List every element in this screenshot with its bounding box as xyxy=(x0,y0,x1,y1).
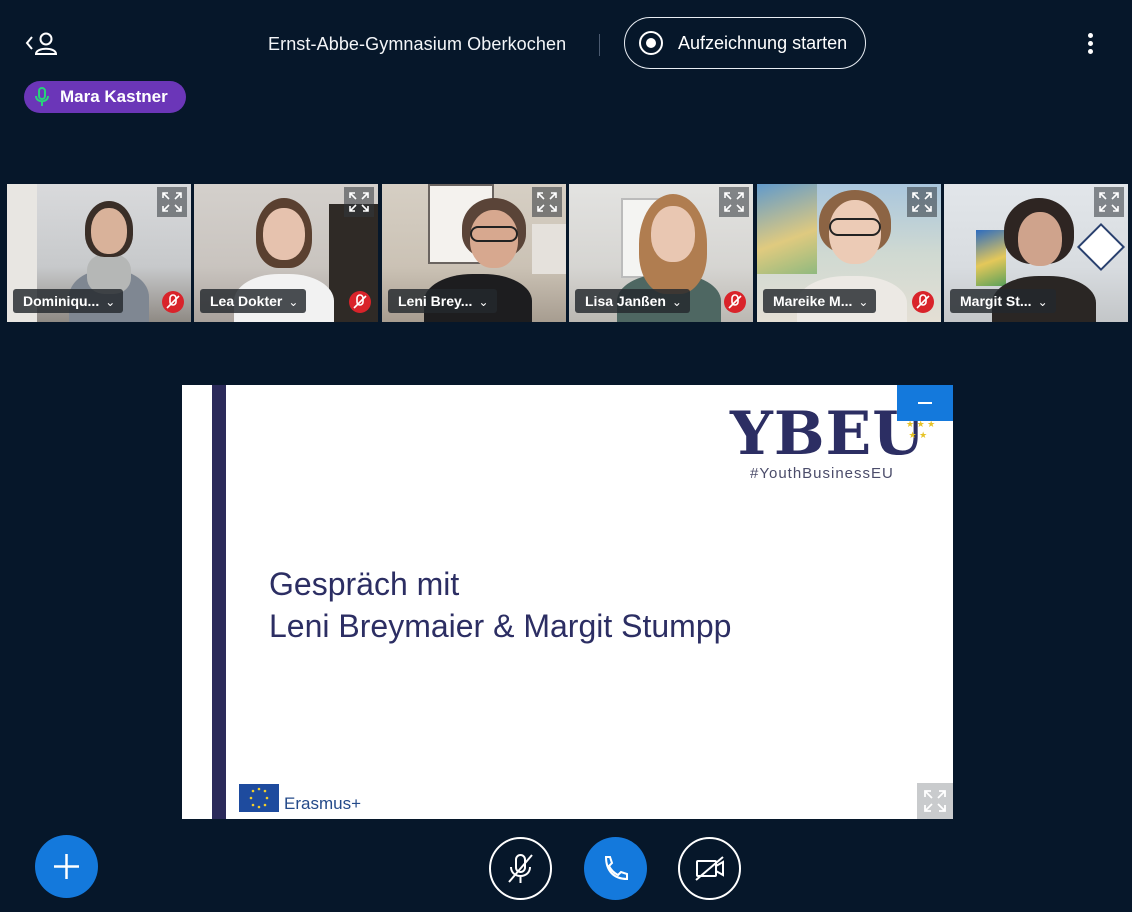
camera-button[interactable] xyxy=(678,837,741,900)
slide-title: Gespräch mit Leni Breymaier & Margit Stu… xyxy=(269,563,731,647)
minimize-presentation-button[interactable] xyxy=(897,385,953,421)
presentation-slide: YBEU ★ ★ ★ ★ ★ #YouthBusinessEU Gespräch… xyxy=(182,385,953,819)
actions-button[interactable] xyxy=(35,835,98,898)
muted-mic-icon xyxy=(912,291,934,313)
expand-icon xyxy=(912,192,932,212)
plus-icon xyxy=(54,854,79,879)
slide-title-line-1: Gespräch mit xyxy=(269,566,460,602)
more-options-icon xyxy=(1087,33,1093,38)
fullscreen-icon xyxy=(924,790,946,812)
muted-mic-icon xyxy=(724,291,746,313)
expand-video-button[interactable] xyxy=(157,187,187,217)
expand-video-button[interactable] xyxy=(344,187,374,217)
mic-muted-icon xyxy=(508,854,533,883)
fullscreen-button[interactable] xyxy=(917,783,953,819)
erasmus-logo: Erasmus+ xyxy=(284,794,361,813)
participant-name[interactable]: Mareike M... ⌄ xyxy=(763,289,877,313)
participant-name[interactable]: Margit St... ⌄ xyxy=(950,289,1056,313)
muted-mic-icon xyxy=(349,291,371,313)
video-tile[interactable]: Lisa Janßen ⌄ xyxy=(569,184,753,322)
record-button[interactable]: Aufzeichnung starten xyxy=(624,17,866,69)
users-toggle-icon xyxy=(25,32,58,55)
participant-name[interactable]: Leni Brey... ⌄ xyxy=(388,289,497,313)
expand-video-button[interactable] xyxy=(532,187,562,217)
leave-call-button[interactable] xyxy=(584,837,647,900)
talking-user-name: Mara Kastner xyxy=(60,87,168,106)
eu-stars-icon: ★ ★ ★ ★ ★ xyxy=(906,419,936,440)
expand-icon xyxy=(1099,192,1119,212)
participant-name[interactable]: Dominiqu... ⌄ xyxy=(13,289,124,313)
slide-title-line-2: Leni Breymaier & Margit Stumpp xyxy=(269,608,732,644)
slide-hashtag: #YouthBusinessEU xyxy=(750,465,894,482)
video-tile[interactable]: Margit St... ⌄ xyxy=(944,184,1128,322)
video-strip: Dominiqu... ⌄ Lea Dokter ⌄ Leni Brey... ⌄ xyxy=(7,184,1131,322)
video-tile[interactable]: Leni Brey... ⌄ xyxy=(382,184,566,322)
mute-button[interactable] xyxy=(489,837,552,900)
minimize-icon xyxy=(918,402,932,404)
eu-flag-icon xyxy=(239,784,279,812)
slide-accent-bar xyxy=(212,385,226,819)
expand-icon xyxy=(724,192,744,212)
expand-icon xyxy=(162,192,182,212)
phone-icon xyxy=(604,856,628,881)
top-bar: Ernst-Abbe-Gymnasium Oberkochen Aufzeich… xyxy=(0,0,1132,90)
talking-indicator[interactable]: Mara Kastner xyxy=(24,81,186,113)
expand-icon xyxy=(349,192,369,212)
expand-icon xyxy=(537,192,557,212)
video-tile[interactable]: Dominiqu... ⌄ xyxy=(7,184,191,322)
meeting-title: Ernst-Abbe-Gymnasium Oberkochen xyxy=(268,34,567,54)
record-icon xyxy=(639,31,663,55)
record-button-label: Aufzeichnung starten xyxy=(678,33,848,53)
expand-video-button[interactable] xyxy=(719,187,749,217)
camera-off-icon xyxy=(695,856,724,881)
video-tile[interactable]: Mareike M... ⌄ xyxy=(757,184,941,322)
participant-name[interactable]: Lisa Janßen ⌄ xyxy=(575,289,690,313)
muted-mic-icon xyxy=(162,291,184,313)
participant-name[interactable]: Lea Dokter ⌄ xyxy=(200,289,307,313)
microphone-icon xyxy=(35,87,49,106)
expand-video-button[interactable] xyxy=(1094,187,1124,217)
title-divider xyxy=(599,34,600,56)
more-options-button[interactable] xyxy=(1080,30,1100,60)
users-toggle-button[interactable] xyxy=(22,28,60,60)
video-tile[interactable]: Lea Dokter ⌄ xyxy=(194,184,378,322)
expand-video-button[interactable] xyxy=(907,187,937,217)
